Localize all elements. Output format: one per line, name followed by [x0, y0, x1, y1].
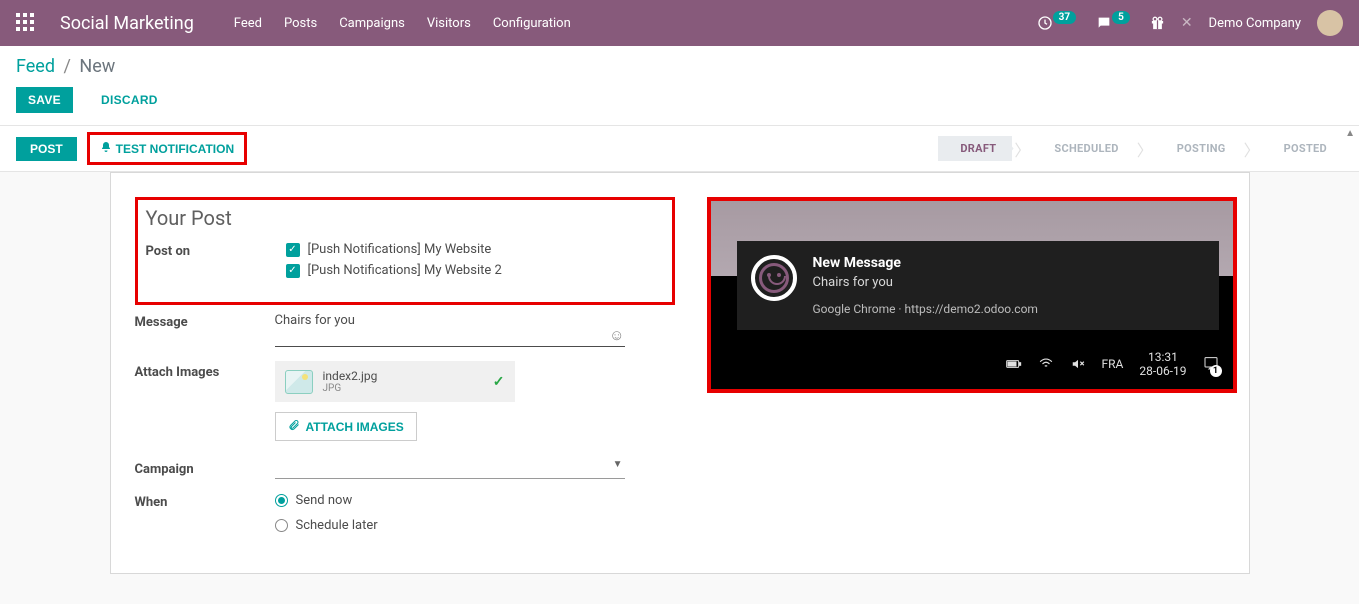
- systray: 37 5 ✕ Demo Company: [1037, 10, 1343, 36]
- taskbar-language: FRA: [1102, 357, 1124, 371]
- emoji-picker-icon[interactable]: ☺: [609, 326, 624, 344]
- stage-sep: 〉: [1137, 137, 1153, 161]
- status-stages: DRAFT 〉 SCHEDULED 〉 POSTING 〉 POSTED: [938, 136, 1343, 161]
- image-file-icon: [285, 370, 313, 394]
- when-schedule-later[interactable]: Schedule later: [275, 518, 378, 533]
- bell-icon: [100, 141, 112, 156]
- breadcrumb-leaf: New: [79, 56, 115, 77]
- notification-preview: New Message Chairs for you Google Chrome…: [707, 197, 1237, 393]
- discuss-badge: 5: [1112, 11, 1130, 24]
- form-title: Your Post: [146, 206, 664, 230]
- file-name: index2.jpg: [323, 369, 378, 383]
- volume-muted-icon: [1070, 357, 1086, 371]
- nav-visitors[interactable]: Visitors: [427, 16, 471, 31]
- stage-scheduled[interactable]: SCHEDULED: [1032, 136, 1134, 161]
- company-switcher[interactable]: Demo Company: [1209, 16, 1301, 31]
- test-notification-highlight: TEST NOTIFICATION: [87, 132, 247, 165]
- top-navbar: Social Marketing Feed Posts Campaigns Vi…: [0, 0, 1359, 46]
- stage-posting[interactable]: POSTING: [1155, 136, 1242, 161]
- label-message: Message: [135, 313, 275, 330]
- nav-posts[interactable]: Posts: [284, 16, 317, 31]
- message-input[interactable]: Chairs for you ☺: [275, 313, 625, 347]
- nav-campaigns[interactable]: Campaigns: [339, 16, 405, 31]
- post-button[interactable]: POST: [16, 137, 77, 161]
- wifi-icon: [1038, 357, 1054, 371]
- stage-sep: 〉: [1244, 137, 1260, 161]
- attach-images-button[interactable]: ATTACH IMAGES: [275, 412, 417, 441]
- statusbar: POST TEST NOTIFICATION DRAFT 〉 SCHEDULED…: [0, 126, 1359, 172]
- campaign-select[interactable]: ▼: [275, 459, 625, 479]
- radio-unselected-icon: [275, 519, 288, 532]
- user-avatar[interactable]: [1317, 10, 1343, 36]
- activity-icon[interactable]: 37: [1037, 15, 1080, 31]
- dropdown-caret-icon: ▼: [613, 459, 623, 470]
- stage-draft[interactable]: DRAFT: [938, 136, 1012, 161]
- taskbar-clock: 13:31 28-06-19: [1139, 350, 1186, 379]
- label-attach-images: Attach Images: [135, 361, 275, 380]
- form-shell: Your Post Post on ✓ [Push Notifications]…: [0, 172, 1359, 604]
- action-center-badge: 1: [1210, 365, 1222, 377]
- notification-source: Google Chrome · https://demo2.odoo.com: [813, 302, 1038, 316]
- apps-icon[interactable]: [16, 13, 36, 33]
- app-brand[interactable]: Social Marketing: [60, 13, 194, 34]
- breadcrumb-root[interactable]: Feed: [16, 56, 55, 77]
- discuss-icon[interactable]: 5: [1096, 15, 1134, 31]
- upload-success-icon: ✓: [493, 374, 505, 390]
- form-left-column: Your Post Post on ✓ [Push Notifications]…: [135, 197, 675, 543]
- os-taskbar: FRA 13:31 28-06-19 1: [711, 339, 1233, 389]
- scroll-up-caret[interactable]: ▲: [1345, 128, 1355, 139]
- nav-feed[interactable]: Feed: [234, 16, 262, 31]
- checkbox-checked-icon: ✓: [286, 243, 300, 257]
- close-tray-icon[interactable]: ✕: [1181, 15, 1193, 31]
- when-send-now[interactable]: Send now: [275, 493, 378, 508]
- post-on-option-2[interactable]: ✓ [Push Notifications] My Website 2: [286, 263, 664, 278]
- notification-card: New Message Chairs for you Google Chrome…: [737, 241, 1219, 330]
- post-on-highlight: Your Post Post on ✓ [Push Notifications]…: [135, 197, 675, 305]
- file-type: JPG: [323, 383, 378, 394]
- breadcrumb: Feed / New: [16, 56, 1343, 77]
- label-when: When: [135, 493, 275, 510]
- checkbox-checked-icon: ✓: [286, 264, 300, 278]
- stage-sep: 〉: [1014, 137, 1030, 161]
- notification-app-icon: [751, 255, 797, 301]
- label-campaign: Campaign: [135, 462, 275, 477]
- notification-body: Chairs for you: [813, 275, 1038, 290]
- control-panel: Feed / New SAVE DISCARD: [0, 46, 1359, 126]
- paperclip-icon: [288, 419, 300, 434]
- label-post-on: Post on: [146, 242, 286, 259]
- test-notification-button[interactable]: TEST NOTIFICATION: [94, 137, 240, 160]
- activity-badge: 37: [1053, 11, 1076, 24]
- breadcrumb-sep: /: [63, 56, 70, 77]
- attached-file-card[interactable]: index2.jpg JPG ✓: [275, 361, 515, 402]
- save-button[interactable]: SAVE: [16, 87, 73, 113]
- discard-button[interactable]: DISCARD: [89, 87, 170, 113]
- post-on-option-1[interactable]: ✓ [Push Notifications] My Website: [286, 242, 664, 257]
- form-right-column: New Message Chairs for you Google Chrome…: [707, 197, 1237, 543]
- battery-icon: [1006, 358, 1022, 370]
- stage-posted[interactable]: POSTED: [1262, 136, 1343, 161]
- nav-menu: Feed Posts Campaigns Visitors Configurat…: [234, 16, 571, 31]
- radio-selected-icon: [275, 494, 288, 507]
- form-sheet: Your Post Post on ✓ [Push Notifications]…: [110, 172, 1250, 574]
- action-center-icon: 1: [1203, 355, 1219, 374]
- nav-configuration[interactable]: Configuration: [493, 16, 571, 31]
- notification-title: New Message: [813, 255, 1038, 271]
- gift-icon[interactable]: [1150, 16, 1165, 31]
